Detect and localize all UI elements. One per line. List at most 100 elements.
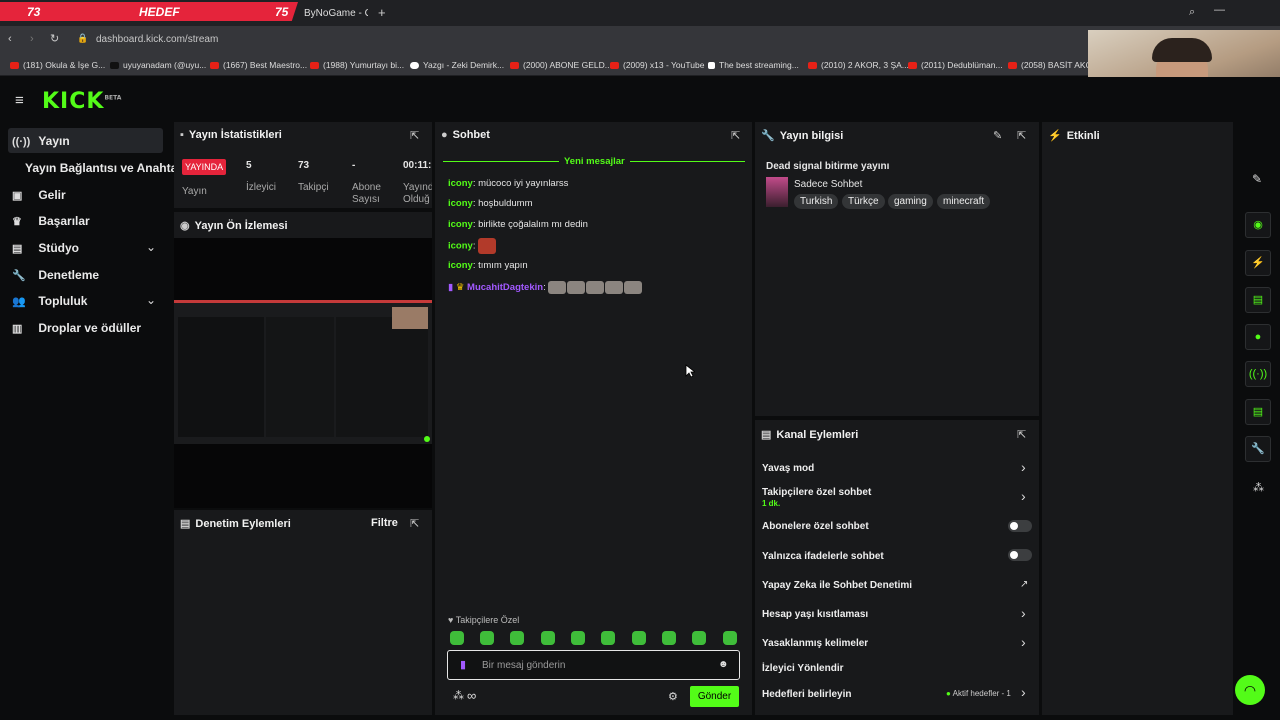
emote-quick-icon[interactable]	[541, 631, 555, 645]
chevron-down-icon[interactable]: ⌄	[146, 293, 156, 307]
sidebar-item-basarilar[interactable]: ♛ Başarılar	[12, 214, 90, 228]
chevron-right-icon[interactable]: ›	[1021, 488, 1026, 504]
goals-status: ● Aktif hedefler - 1	[946, 689, 1011, 698]
rail-wrench-button[interactable]: 🔧	[1245, 436, 1271, 462]
emote-quick-icon[interactable]	[450, 631, 464, 645]
search-tabs-icon[interactable]: ⌕	[1189, 6, 1195, 19]
rail-broadcast-button[interactable]: ((·))	[1245, 361, 1271, 387]
url-field[interactable]: dashboard.kick.com/stream	[96, 34, 218, 45]
chat-message: icony: hoşbuldumm	[448, 198, 533, 209]
emote-quick-icon[interactable]	[692, 631, 706, 645]
category-thumbnail[interactable]	[766, 177, 788, 207]
sidebar-item-yayin[interactable]: ((·)) Yayın	[12, 134, 70, 148]
bookmark-item[interactable]: (1988) Yumurtayı bi...	[310, 60, 404, 70]
sidebar-item-denetleme[interactable]: 🔧 Denetleme	[12, 268, 99, 282]
account-age-item[interactable]: Hesap yaşı kısıtlaması	[762, 609, 868, 620]
kick-logo[interactable]: KICKBETA	[42, 89, 121, 114]
filter-button[interactable]: Filtre	[371, 517, 398, 529]
chevron-right-icon[interactable]: ›	[1021, 459, 1026, 475]
rail-chat-button[interactable]: ●	[1245, 324, 1271, 350]
browser-tab[interactable]: ByNoGame - Gele	[296, 4, 368, 26]
rail-bolt-button[interactable]: ⚡	[1245, 250, 1271, 276]
chevron-right-icon[interactable]: ›	[1021, 605, 1026, 621]
emoji-icon[interactable]: ☻	[718, 659, 729, 670]
new-messages-label: Yeni mesajlar	[559, 156, 630, 167]
bookmark-item[interactable]: (181) Okula & İşe G...	[10, 60, 105, 70]
sidebar-item-droplar[interactable]: ▥ Droplar ve ödüller	[12, 321, 141, 335]
rail-channel-button[interactable]: ▤	[1245, 399, 1271, 425]
youtube-icon	[10, 62, 19, 70]
chevron-down-icon[interactable]: ⌄	[146, 240, 156, 254]
chat-input[interactable]: Bir mesaj gönderin	[482, 660, 565, 671]
chat-input-box[interactable]: ▮ Bir mesaj gönderin ☻	[447, 650, 740, 680]
emote-quick-icon[interactable]	[480, 631, 494, 645]
emote-quick-icon[interactable]	[723, 631, 737, 645]
mod-actions-title: ▤ Denetim Eylemleri	[180, 518, 291, 530]
video-player[interactable]	[174, 238, 432, 508]
popout-icon[interactable]: ⇱	[1017, 428, 1026, 441]
reload-icon[interactable]: ↻	[50, 32, 59, 45]
chevron-right-icon[interactable]: ›	[1021, 684, 1026, 700]
subs-chat-toggle[interactable]	[1008, 520, 1032, 532]
send-button[interactable]: Gönder	[690, 686, 739, 707]
bookmark-item[interactable]: (2009) x13 - YouTube	[610, 60, 704, 70]
followers-chat-item[interactable]: Takipçilere özel sohbet	[762, 487, 871, 498]
goals-item[interactable]: Hedefleri belirleyin	[762, 689, 851, 700]
gear-icon[interactable]: ⚙	[668, 690, 678, 703]
ai-mod-item[interactable]: Yapay Zeka ile Sohbet Denetimi	[762, 580, 912, 591]
bookmark-item[interactable]: (2058) BASİT AKOR	[1008, 60, 1098, 70]
emote-quick-icon[interactable]	[601, 631, 615, 645]
stats-title: ▪ Yayın İstatistikleri	[180, 129, 282, 141]
external-link-icon[interactable]: ↗	[1020, 579, 1028, 590]
chat-message: icony:	[448, 238, 497, 254]
chevron-right-icon[interactable]: ›	[1021, 634, 1026, 650]
bookmark-item[interactable]: The best streaming...	[708, 60, 799, 70]
edit-icon[interactable]: ✎	[993, 129, 1002, 142]
back-icon[interactable]: ‹	[8, 33, 12, 45]
popout-icon[interactable]: ⇱	[410, 517, 419, 530]
menu-icon[interactable]: ≡	[15, 92, 24, 109]
live-badge: YAYINDA	[182, 159, 227, 175]
subs-label: Abone Sayısı	[352, 182, 381, 205]
banned-words-item[interactable]: Yasaklanmış kelimeler	[762, 638, 868, 649]
bookmark-item[interactable]: (2000) ABONE GELD...	[510, 60, 612, 70]
minimize-icon[interactable]: —	[1214, 4, 1225, 16]
sidebar-item-topluluk[interactable]: 👥 Topluluk	[12, 294, 87, 308]
live-label: Yayın	[182, 186, 207, 197]
sidebar-item-studyo[interactable]: ▤ Stüdyo	[12, 241, 79, 255]
forward-icon[interactable]: ›	[30, 33, 34, 45]
category-name[interactable]: Sadece Sohbet	[794, 179, 862, 190]
slow-mode-item[interactable]: Yavaş mod	[762, 463, 814, 474]
rail-preview-button[interactable]: ◉	[1245, 212, 1271, 238]
followers-label: Takipçi	[298, 182, 329, 193]
chat-actions-icon[interactable]: ⁂	[453, 689, 464, 702]
new-tab-button[interactable]: +	[378, 5, 386, 20]
activity-title: ⚡ Etkinli	[1048, 130, 1100, 142]
viewer-redirect-item[interactable]: İzleyici Yönlendir	[762, 663, 844, 674]
emote-quick-icon[interactable]	[632, 631, 646, 645]
chat-panel	[435, 122, 752, 715]
chat-title: ● Sohbet	[441, 129, 490, 141]
popout-icon[interactable]: ⇱	[1017, 129, 1026, 142]
bookmark-item[interactable]: uyuyanadam (@uyu...	[110, 60, 206, 70]
emote-quick-icon[interactable]	[662, 631, 676, 645]
sidebar-item-stream-key[interactable]: Yayın Bağlantısı ve Anahtarı	[25, 161, 185, 175]
chat-icon: ●	[441, 129, 448, 141]
sidebar-item-gelir[interactable]: ▣ Gelir	[12, 188, 66, 202]
goal-right-value: 75	[275, 5, 289, 19]
rail-more-icon[interactable]: ⁂	[1253, 481, 1264, 494]
emote-quick-icon[interactable]	[510, 631, 524, 645]
emote-quick-icon[interactable]	[571, 631, 585, 645]
bookmark-item[interactable]: (1667) Best Maestro...	[210, 60, 307, 70]
bookmark-item[interactable]: Yazgı - Zeki Demirk...	[410, 60, 504, 70]
pencil-icon[interactable]: ✎	[1252, 172, 1262, 186]
bookmark-item[interactable]: (2010) 2 AKOR, 3 ŞA...	[808, 60, 909, 70]
bookmark-item[interactable]: (2011) Dedublüman...	[908, 60, 1003, 70]
emote-chat-toggle[interactable]	[1008, 549, 1032, 561]
wrench-icon: 🔧	[12, 270, 26, 282]
youtube-icon	[210, 62, 219, 70]
support-headset-icon[interactable]: ◠	[1235, 675, 1265, 705]
rail-document-button[interactable]: ▤	[1245, 287, 1271, 313]
popout-icon[interactable]: ⇱	[731, 129, 740, 142]
popout-icon[interactable]: ⇱	[410, 129, 419, 142]
